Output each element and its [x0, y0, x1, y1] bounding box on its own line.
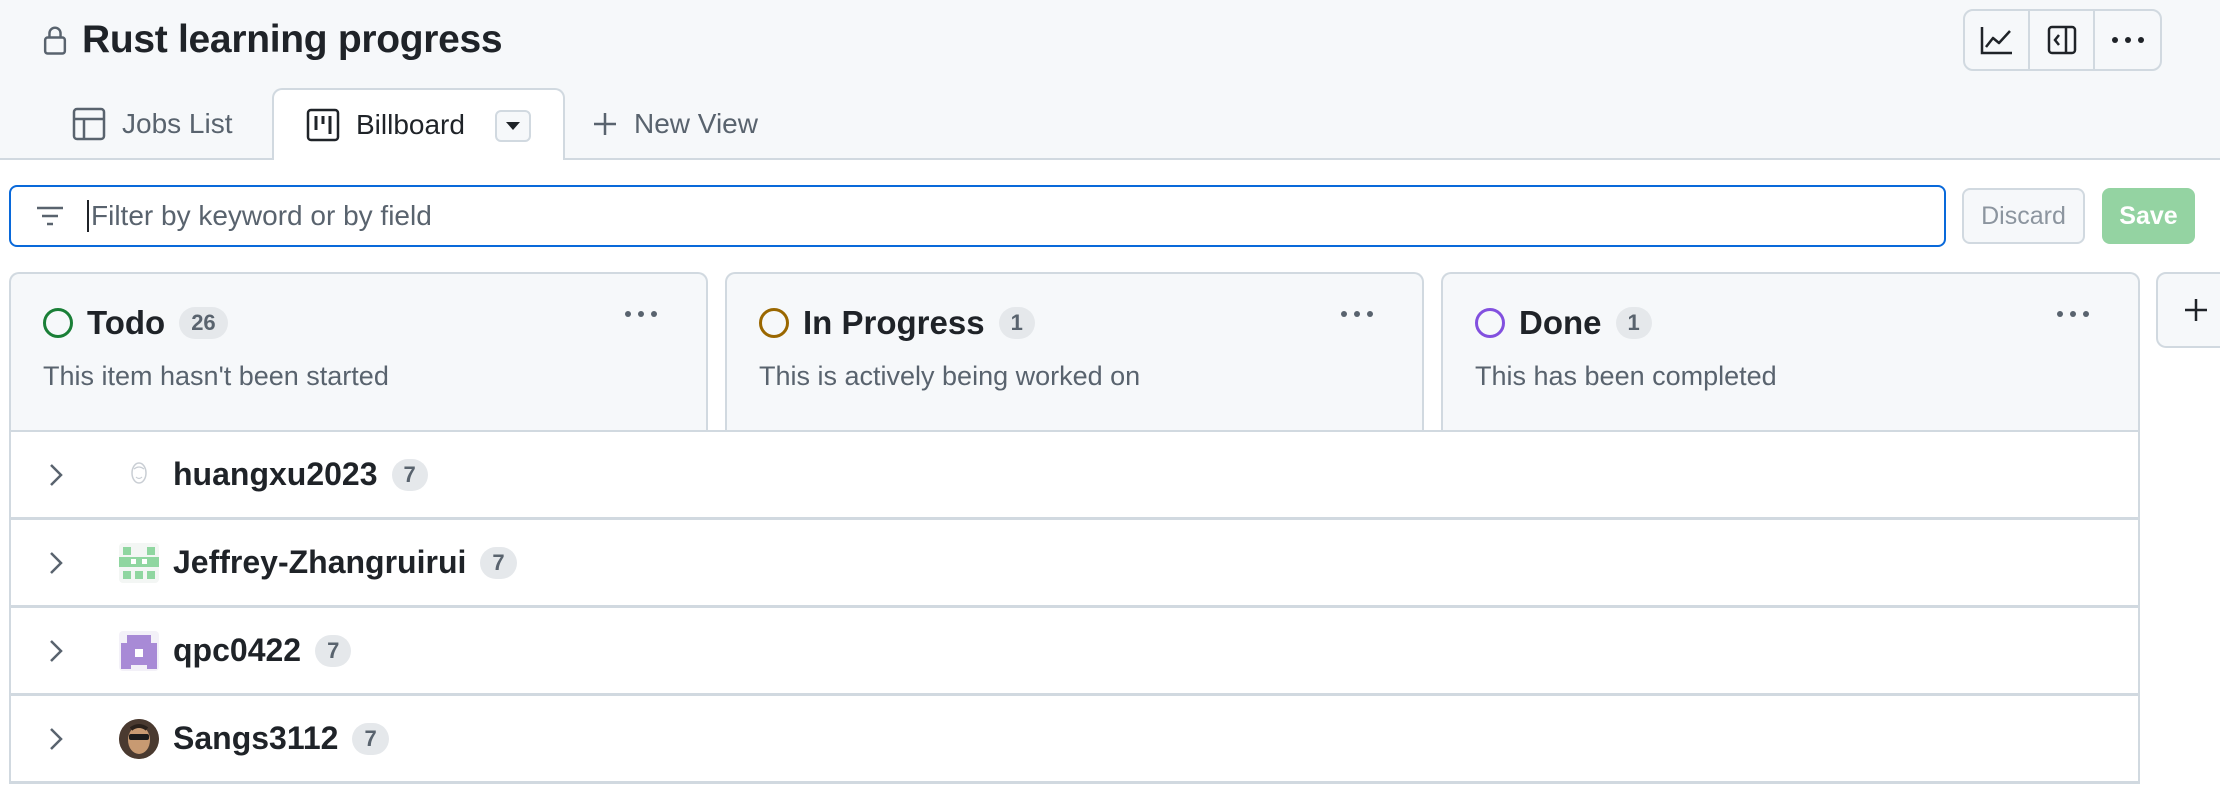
group-row[interactable]: qpc0422 7 — [11, 608, 2138, 696]
title-row: Rust learning progress — [40, 18, 503, 62]
more-icon — [625, 311, 657, 317]
tab-billboard[interactable]: Billboard — [272, 88, 565, 162]
more-options-button[interactable] — [2095, 11, 2160, 69]
column-name: In Progress — [803, 304, 985, 341]
group-row[interactable]: Jeffrey-Zhangruirui 7 — [11, 520, 2138, 608]
chevron-right-icon[interactable] — [49, 551, 79, 575]
plus-icon — [2185, 299, 2207, 321]
filter-container — [9, 185, 1946, 247]
chevron-right-icon[interactable] — [49, 727, 79, 751]
column-title-row: Todo 26 — [43, 304, 228, 342]
text-cursor — [87, 200, 89, 232]
column-menu-button[interactable] — [2048, 294, 2098, 334]
board: Todo 26 This item hasn't been started In… — [0, 272, 2220, 810]
column-count: 1 — [1615, 307, 1652, 339]
side-panel-button[interactable] — [2030, 11, 2095, 69]
column-title-row: Done 1 — [1475, 304, 1652, 342]
view-options-dropdown[interactable] — [495, 110, 531, 142]
filter-icon — [37, 206, 63, 226]
triangle-down-icon — [506, 122, 520, 130]
new-view-button[interactable]: New View — [592, 88, 758, 160]
discard-button[interactable]: Discard — [1962, 188, 2085, 244]
avatar — [119, 542, 159, 583]
group-row[interactable]: huangxu2023 7 — [11, 432, 2138, 520]
circle-icon — [759, 308, 789, 338]
chevron-right-icon[interactable] — [49, 463, 79, 487]
group-count: 7 — [315, 634, 352, 667]
view-toolbar — [1963, 9, 2162, 71]
new-view-label: New View — [634, 108, 758, 139]
column-in-progress: In Progress 1 This is actively being wor… — [725, 272, 1424, 430]
avatar — [119, 630, 159, 671]
more-icon — [2057, 311, 2089, 317]
column-todo: Todo 26 This item hasn't been started — [9, 272, 708, 430]
column-description: This is actively being worked on — [759, 361, 1141, 391]
insights-button[interactable] — [1965, 11, 2030, 69]
group-name: qpc0422 — [173, 632, 302, 668]
board-icon — [306, 108, 340, 142]
column-menu-button[interactable] — [616, 294, 666, 334]
lock-icon — [43, 26, 67, 55]
column-title-row: In Progress 1 — [759, 304, 1035, 342]
circle-icon — [1475, 308, 1505, 338]
plus-icon — [594, 113, 616, 135]
chart-icon — [1980, 27, 2012, 55]
table-icon — [72, 107, 106, 141]
group-count: 7 — [352, 722, 389, 755]
avatar — [119, 454, 159, 495]
more-icon — [1341, 311, 1373, 317]
column-description: This has been completed — [1475, 361, 1777, 391]
tab-label: Jobs List — [122, 108, 233, 139]
group-row[interactable]: Sangs3112 7 — [11, 696, 2138, 784]
add-column-button[interactable] — [2156, 272, 2220, 348]
project-header: Rust learning progress Jobs List Billboa… — [0, 0, 2220, 162]
tab-label: Billboard — [356, 109, 465, 140]
filter-bar: Discard Save — [0, 160, 2220, 272]
view-tabs: Jobs List Billboard New View — [0, 88, 2220, 162]
filter-input[interactable] — [91, 200, 1791, 232]
circle-icon — [43, 308, 73, 338]
more-icon — [2111, 37, 2144, 43]
group-name: Sangs3112 — [173, 720, 339, 756]
column-count: 26 — [179, 307, 228, 339]
column-name: Done — [1519, 304, 1602, 341]
sidebar-panel-icon — [2047, 25, 2076, 55]
column-description: This item hasn't been started — [43, 361, 389, 391]
group-count: 7 — [480, 546, 517, 579]
column-menu-button[interactable] — [1332, 294, 1382, 334]
column-count: 1 — [998, 307, 1035, 339]
group-name: huangxu2023 — [173, 456, 378, 492]
save-button[interactable]: Save — [2102, 188, 2195, 244]
group-name: Jeffrey-Zhangruirui — [173, 544, 467, 580]
group-count: 7 — [391, 458, 428, 491]
chevron-right-icon[interactable] — [49, 639, 79, 663]
group-list: huangxu2023 7 Jeffrey-Zhangruirui 7 qpc0… — [9, 430, 2140, 784]
page-title: Rust learning progress — [82, 18, 503, 61]
avatar — [119, 718, 159, 759]
tab-jobs-list[interactable]: Jobs List — [72, 88, 233, 160]
column-name: Todo — [87, 304, 166, 341]
column-done: Done 1 This has been completed — [1441, 272, 2140, 430]
